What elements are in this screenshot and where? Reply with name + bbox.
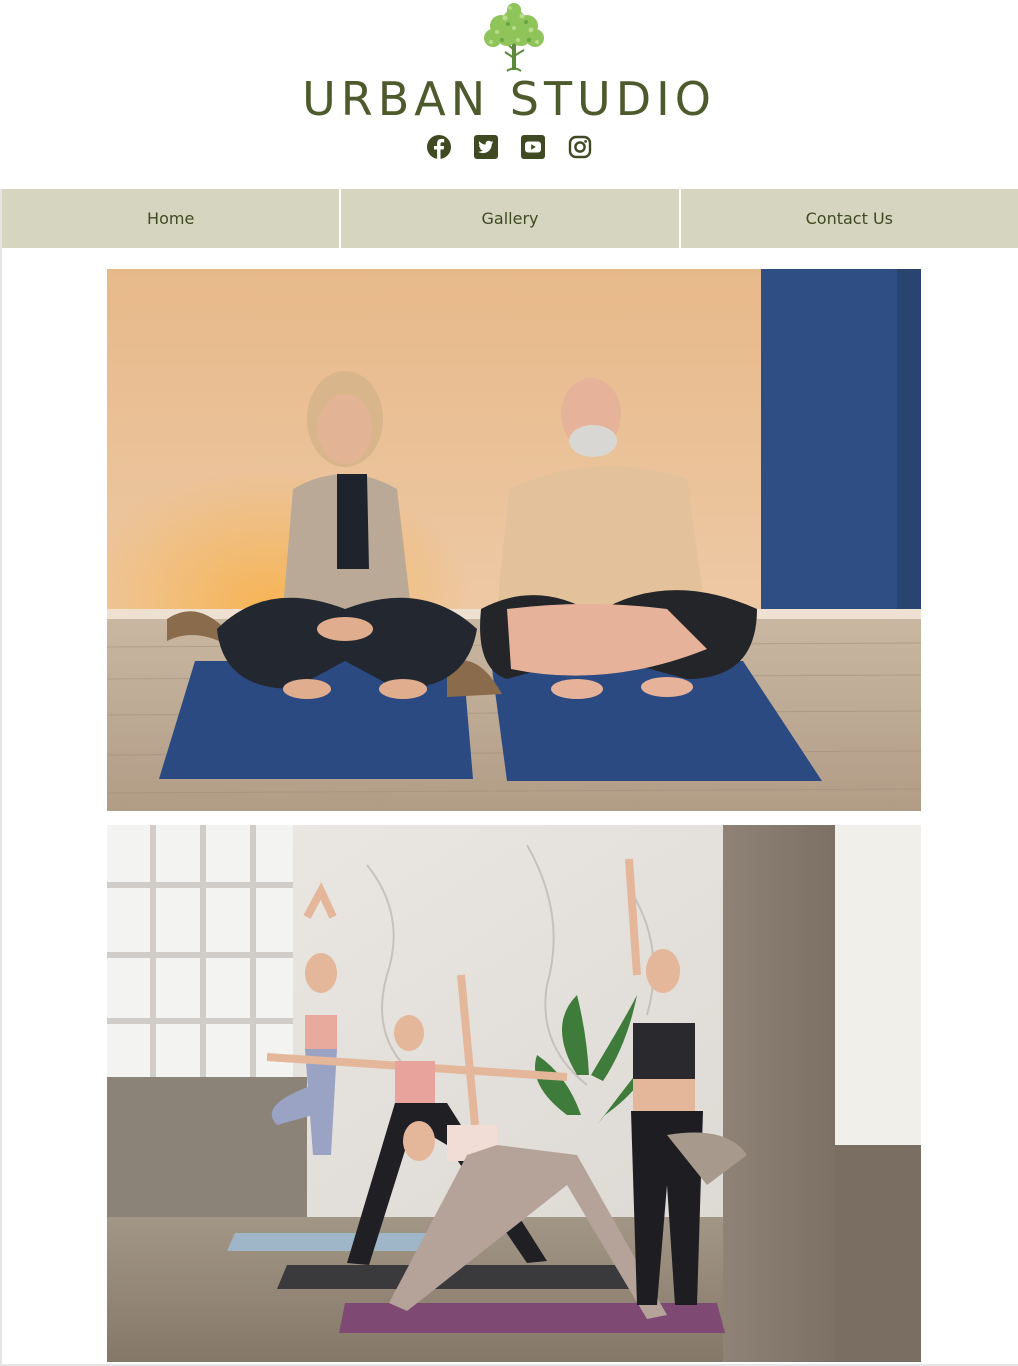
facebook-icon[interactable] — [426, 134, 452, 160]
instagram-icon[interactable] — [567, 134, 593, 160]
nav-item-gallery[interactable]: Gallery — [341, 189, 679, 248]
brand-title[interactable]: URBAN STUDIO — [0, 70, 1018, 128]
nav-item-home[interactable]: Home — [2, 189, 340, 248]
social-links — [0, 134, 1018, 164]
nav-item-contact-us[interactable]: Contact Us — [680, 189, 1018, 248]
group-yoga-class-photo[interactable] — [107, 825, 921, 1362]
site-header: URBAN STUDIO — [0, 0, 1018, 189]
youtube-icon[interactable] — [520, 134, 546, 160]
main-nav: Home Gallery Contact Us — [2, 189, 1018, 248]
couple-meditating-photo[interactable] — [107, 269, 921, 811]
twitter-icon[interactable] — [473, 134, 499, 160]
tree-logo-icon[interactable] — [477, 0, 551, 72]
